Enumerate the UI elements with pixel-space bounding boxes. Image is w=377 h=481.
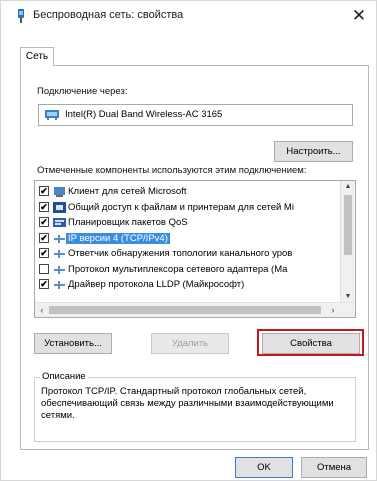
description-legend: Описание: [40, 371, 88, 382]
list-item[interactable]: ✔ Клиент для сетей Microsoft: [35, 185, 339, 199]
close-icon: ✕: [351, 6, 367, 25]
horizontal-scrollbar[interactable]: ‹ ›: [35, 302, 355, 317]
list-item[interactable]: ✔ Ответчик обнаружения топологии канально…: [35, 247, 339, 261]
file-printer-sharing-icon: [53, 201, 66, 213]
properties-highlight-frame: [257, 329, 364, 356]
close-button[interactable]: ✕: [348, 5, 370, 27]
protocol-icon: [54, 265, 65, 274]
list-item-label: Общий доступ к файлам и принтерам для се…: [68, 201, 294, 213]
protocol-icon: [54, 234, 65, 243]
cancel-button[interactable]: Отмена: [301, 457, 367, 478]
vertical-scrollbar[interactable]: ▲ ▼: [340, 181, 355, 303]
checkbox[interactable]: ✔: [39, 217, 49, 227]
list-item-label: Планировщик пакетов QoS: [68, 217, 188, 228]
description-text: Протокол TCP/IP. Стандартный протокол гл…: [41, 386, 334, 421]
hscroll-thumb[interactable]: [49, 306, 321, 314]
title-bar: Беспроводная сеть: свойства ✕: [1, 1, 376, 31]
components-label: Отмеченные компоненты используются этим …: [37, 165, 307, 176]
checkbox[interactable]: ✔: [39, 201, 49, 212]
tab-network[interactable]: Сеть: [20, 47, 54, 66]
network-client-icon: [54, 187, 65, 197]
components-list[interactable]: ✔ Клиент для сетей Microsoft ✔ Общий доступ…: [34, 180, 356, 318]
checkbox[interactable]: ✔: [39, 186, 49, 196]
list-item-label: IP версии 4 (TCP/IPv4): [66, 232, 170, 244]
protocol-icon: [54, 250, 65, 258]
checkbox[interactable]: ✔: [39, 248, 49, 258]
list-item-label: Клиент для сетей Microsoft: [68, 186, 187, 197]
checkbox[interactable]: [39, 263, 49, 274]
list-item[interactable]: ✔ Общий доступ к файлам и принтерам для с…: [35, 201, 339, 215]
list-item[interactable]: ✔ Драйвер протокола LLDP (Майкрософт): [35, 278, 339, 292]
scroll-right-icon[interactable]: ›: [327, 303, 339, 317]
list-item[interactable]: Протокол мультиплексора сетевого адаптер…: [35, 263, 339, 277]
scroll-left-icon[interactable]: ‹: [36, 303, 48, 317]
install-button[interactable]: Установить...: [34, 333, 112, 354]
network-adapter-icon: [45, 110, 59, 120]
list-item[interactable]: ✔ IP версии 4 (TCP/IPv4): [35, 232, 339, 246]
scroll-up-icon[interactable]: ▲: [341, 181, 355, 193]
list-item-label: Драйвер протокола LLDP (Майкрософт): [68, 279, 245, 290]
list-item[interactable]: ✔ Планировщик пакетов QoS: [35, 216, 339, 230]
scroll-thumb[interactable]: [344, 195, 352, 255]
connect-using-label: Подключение через:: [37, 86, 128, 97]
remove-button[interactable]: Удалить: [151, 333, 229, 354]
properties-dialog: Беспроводная сеть: свойства ✕ Сеть Подкл…: [0, 0, 377, 481]
qos-scheduler-icon: [53, 218, 66, 227]
configure-button[interactable]: Настроить...: [274, 141, 353, 162]
list-item-label: Ответчик обнаружения топологии канальног…: [68, 248, 293, 259]
tab-panel: Подключение через: Intel(R) Dual Band Wi…: [20, 65, 369, 450]
checkbox[interactable]: ✔: [39, 232, 49, 243]
window-title: Беспроводная сеть: свойства: [33, 9, 184, 21]
adapter-field: Intel(R) Dual Band Wireless-AC 3165: [38, 104, 353, 126]
wireless-network-icon: [18, 9, 24, 23]
protocol-icon: [54, 281, 65, 289]
list-item-label: Протокол мультиплексора сетевого адаптер…: [68, 263, 288, 275]
ok-button[interactable]: OK: [235, 457, 293, 478]
checkbox[interactable]: ✔: [39, 279, 49, 289]
adapter-name: Intel(R) Dual Band Wireless-AC 3165: [65, 109, 223, 120]
description-group: Описание Протокол TCP/IP. Стандартный пр…: [34, 371, 356, 442]
